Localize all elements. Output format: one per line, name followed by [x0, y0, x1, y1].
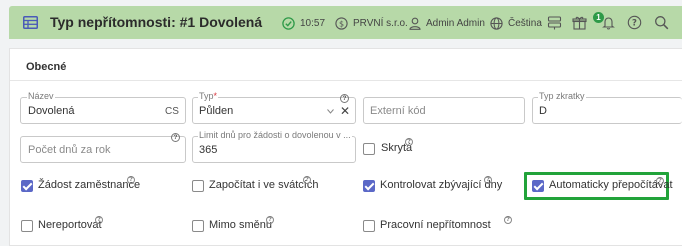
section-divider — [10, 80, 682, 81]
externi-kod-placeholder: Externí kód — [370, 105, 426, 117]
page-title: Typ nepřítomnosti: #1 Dovolená — [50, 14, 263, 30]
mimo-smenu-label: Mimo směnu — [209, 219, 272, 231]
user-icon — [409, 17, 421, 30]
zapocitat-svatky-checkbox[interactable] — [192, 180, 204, 192]
typ-value: Půlden — [199, 105, 234, 117]
zapocitat-svatky-label: Započítat i ve svátcích — [209, 179, 319, 191]
nazev-value: Dovolená — [28, 105, 75, 117]
pracovni-nepritomnost-checkbox[interactable] — [363, 220, 375, 232]
help-circle-icon[interactable]: ? — [627, 15, 642, 30]
clock-time: 10:57 — [300, 17, 326, 29]
gift-icon[interactable] — [572, 15, 587, 30]
clear-icon[interactable]: ✕ — [340, 104, 350, 118]
mimo-smenu-checkbox[interactable] — [192, 220, 204, 232]
pracovni-nepritomnost-label: Pracovní nepřítomnost — [380, 219, 491, 231]
pocet-dnu-help-icon[interactable]: ? — [171, 133, 180, 142]
typ-label: Typ* — [198, 91, 219, 101]
language-code[interactable]: CS — [165, 106, 179, 117]
company-selector[interactable]: $ PRVNÍ s.r.o. — [335, 16, 408, 30]
table-list-icon — [23, 16, 38, 29]
typ-help-icon[interactable]: ? — [340, 94, 349, 103]
nereportovat-help-icon[interactable]: ? — [95, 216, 103, 224]
svg-text:$: $ — [339, 19, 344, 28]
typ-zkratky-label: Typ zkratky — [538, 91, 586, 101]
limit-dnu-value: 365 — [199, 144, 218, 156]
user-menu[interactable]: Admin Admin — [409, 16, 485, 30]
zadost-zamestnance-label: Žádost zaměstnance — [38, 179, 141, 191]
section-title: Obecné — [26, 61, 67, 73]
mimo-smenu-help-icon[interactable]: ? — [266, 216, 274, 224]
nereportovat-label: Nereportovat — [38, 219, 102, 231]
server-stack-icon[interactable] — [547, 15, 562, 30]
svg-text:?: ? — [632, 19, 637, 29]
record-header: Typ nepřítomnosti: #1 Dovolená 10:57 $ P… — [9, 6, 682, 39]
language-name: Čeština — [508, 17, 542, 29]
dollar-circle-icon: $ — [335, 16, 348, 30]
skryta-help-icon[interactable]: ? — [405, 138, 413, 146]
user-name: Admin Admin — [426, 17, 485, 29]
typ-zkratky-value: D — [539, 105, 547, 117]
zadost-zamestnance-checkbox[interactable] — [21, 180, 33, 192]
kontrolovat-dny-help-icon[interactable]: ? — [484, 176, 492, 184]
language-selector[interactable]: Čeština — [490, 16, 542, 30]
page-background: Typ nepřítomnosti: #1 Dovolená 10:57 $ P… — [0, 0, 682, 246]
pocet-dnu-placeholder: Počet dnů za rok — [28, 144, 111, 156]
skryta-checkbox[interactable] — [363, 143, 375, 155]
zapocitat-svatky-help-icon[interactable]: ? — [303, 176, 311, 184]
typ-zkratky-field[interactable] — [532, 97, 682, 124]
kontrolovat-dny-checkbox[interactable] — [363, 180, 375, 192]
clock-status[interactable]: 10:57 — [282, 16, 325, 30]
chevron-down-icon[interactable] — [327, 109, 334, 114]
check-circle-icon — [282, 16, 295, 30]
automaticky-prepocitavat-label: Automaticky přepočítávat — [549, 179, 673, 191]
search-icon[interactable] — [654, 15, 669, 30]
bell-icon[interactable] — [601, 15, 616, 30]
company-name: PRVNÍ s.r.o. — [353, 17, 408, 29]
globe-icon — [490, 16, 503, 30]
automaticky-prepocitavat-checkbox[interactable] — [532, 180, 544, 192]
pracovni-nepritomnost-help-icon[interactable]: ? — [504, 216, 512, 224]
limit-dnu-label: Limit dnů pro žádosti o dovolenou v ... — [198, 130, 352, 140]
zadost-zamestnance-help-icon[interactable]: ? — [127, 176, 135, 184]
automaticky-prepocitavat-help-icon[interactable]: ? — [656, 177, 664, 185]
nereportovat-checkbox[interactable] — [21, 220, 33, 232]
nazev-label: Název — [27, 91, 55, 101]
